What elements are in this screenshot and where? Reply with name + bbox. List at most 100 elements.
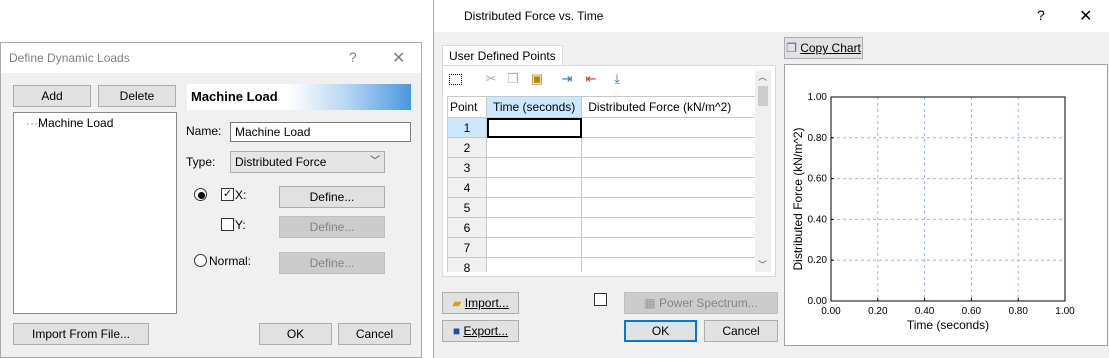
append-row-icon[interactable]: ⤓ <box>609 71 625 87</box>
help-icon[interactable]: ? <box>349 49 357 65</box>
force-cell[interactable] <box>581 217 755 238</box>
y-axis-label: Distributed Force (kN/m^2) <box>791 128 805 271</box>
row-number: 3 <box>447 157 487 178</box>
help-icon[interactable]: ? <box>1037 7 1045 23</box>
y-checkbox[interactable] <box>221 218 234 231</box>
calculator-icon: ▦ <box>644 296 656 310</box>
copy-chart-icon: ❐ <box>786 41 797 55</box>
power-spectrum-checkbox[interactable] <box>594 293 607 306</box>
delete-button[interactable]: Delete <box>98 85 176 107</box>
add-button[interactable]: Add <box>13 85 91 107</box>
time-cell[interactable] <box>485 117 583 138</box>
dialog-title: Distributed Force vs. Time <box>464 9 604 23</box>
table-row[interactable]: 1 <box>447 117 755 138</box>
ok-button[interactable]: OK <box>259 323 332 345</box>
y-tick-label: 0.40 <box>808 214 828 225</box>
folder-icon: ▰ <box>452 296 462 310</box>
table-row[interactable]: 4 <box>447 177 755 198</box>
power-spectrum-label: Power Spectrum... <box>658 296 758 310</box>
tab-panel: ✂ ❐ ▣ ⇥ ⇤ ⤓ Point Time (seconds) Distrib… <box>442 65 776 277</box>
chevron-up-icon[interactable]: ︿ <box>758 70 767 83</box>
normal-radio[interactable] <box>194 254 207 267</box>
select-all-icon[interactable] <box>449 74 462 85</box>
time-cell[interactable] <box>485 157 583 178</box>
time-cell[interactable] <box>485 197 583 218</box>
define-dynamic-loads-dialog: Define Dynamic Loads ? ✕ Add Delete ····… <box>0 42 422 358</box>
close-icon[interactable]: ✕ <box>392 48 405 68</box>
define-normal-button[interactable]: Define... <box>279 252 385 274</box>
table-row[interactable]: 2 <box>447 137 755 158</box>
direction-radio-xy[interactable] <box>194 188 207 201</box>
plot-area-border <box>830 96 1066 302</box>
load-header: Machine Load <box>187 84 411 110</box>
x-tick-label: 0.40 <box>915 306 935 317</box>
dialog-titlebar: Distributed Force vs. Time ? ✕ <box>434 0 1109 32</box>
row-number: 8 <box>447 257 487 272</box>
cancel-button[interactable]: Cancel <box>338 323 411 345</box>
force-cell[interactable] <box>581 137 755 158</box>
force-cell[interactable] <box>581 157 755 178</box>
insert-row-icon[interactable]: ⇥ <box>559 71 575 87</box>
delete-row-icon[interactable]: ⇤ <box>583 71 599 87</box>
y-tick-label: 0.00 <box>808 296 828 307</box>
force-cell[interactable] <box>581 257 755 272</box>
column-header-force[interactable]: Distributed Force (kN/m^2) <box>581 96 755 118</box>
x-tick-labels: 0.00 0.20 0.40 0.60 0.80 1.00 <box>821 306 1075 317</box>
normal-label: Normal: <box>209 254 252 268</box>
paste-icon[interactable]: ▣ <box>529 71 545 87</box>
force-time-chart: 0.00 0.20 0.40 0.60 0.80 1.00 0.00 0.20 0.40 0.6… <box>791 92 1075 332</box>
save-icon: ■ <box>452 324 461 338</box>
chevron-down-icon[interactable]: ﹀ <box>758 258 767 271</box>
power-spectrum-button[interactable]: ▦ Power Spectrum... <box>624 292 778 314</box>
column-header-time[interactable]: Time (seconds) <box>485 96 583 118</box>
cancel-button[interactable]: Cancel <box>704 320 778 342</box>
copy-icon[interactable]: ❐ <box>505 71 521 87</box>
x-checkbox[interactable]: ✓ <box>221 188 234 201</box>
dialog-titlebar: Define Dynamic Loads ? ✕ <box>1 43 421 73</box>
import-from-file-button[interactable]: Import From File... <box>13 323 149 345</box>
y-tick-labels: 0.00 0.20 0.40 0.60 0.80 1.00 <box>808 92 828 307</box>
cut-icon[interactable]: ✂ <box>483 71 499 87</box>
table-row[interactable]: 3 <box>447 157 755 178</box>
x-tick-label: 0.60 <box>962 306 982 317</box>
chart-frame: 0.00 0.20 0.40 0.60 0.80 1.00 0.00 0.20 0.40 0.6… <box>784 64 1108 346</box>
table-row[interactable]: 5 <box>447 197 755 218</box>
ok-button[interactable]: OK <box>624 320 697 342</box>
import-button-label: Import... <box>464 296 509 310</box>
scroll-thumb[interactable] <box>758 86 768 106</box>
force-cell[interactable] <box>581 197 755 218</box>
export-button[interactable]: ■ Export... <box>442 320 519 342</box>
tree-item-machine-load[interactable]: Machine Load <box>38 116 113 130</box>
row-number: 5 <box>447 197 487 218</box>
grid-scrollbar[interactable]: ︿ ﹀ <box>755 70 771 272</box>
distributed-force-dialog: Distributed Force vs. Time ? ✕ User Defi… <box>433 0 1109 358</box>
chart-gridlines <box>830 96 1066 302</box>
x-label: X: <box>235 188 247 202</box>
time-cell[interactable] <box>485 257 583 272</box>
loads-tree[interactable]: ···· Machine Load <box>13 112 177 314</box>
table-row[interactable]: 6 <box>447 217 755 238</box>
table-row[interactable]: 7 <box>447 237 755 258</box>
x-tick-label: 0.00 <box>821 306 841 317</box>
table-row[interactable]: 8 <box>447 257 755 272</box>
import-button[interactable]: ▰ Import... <box>442 292 519 314</box>
name-input[interactable]: Machine Load <box>230 122 411 142</box>
define-y-button[interactable]: Define... <box>279 216 385 238</box>
type-select-value: Distributed Force <box>235 155 327 169</box>
tab-user-defined-points[interactable]: User Defined Points <box>442 45 563 66</box>
type-select[interactable]: Distributed Force ﹀ <box>230 151 385 173</box>
close-icon[interactable]: ✕ <box>1079 6 1092 26</box>
y-tick-label: 0.20 <box>808 255 828 266</box>
time-cell[interactable] <box>485 237 583 258</box>
points-grid[interactable]: Point Time (seconds) Distributed Force (… <box>447 96 755 272</box>
time-cell[interactable] <box>485 217 583 238</box>
y-tick-label: 0.80 <box>808 133 828 144</box>
copy-chart-button[interactable]: ❐ Copy Chart <box>784 37 863 59</box>
time-cell[interactable] <box>485 137 583 158</box>
chevron-down-icon: ﹀ <box>370 156 380 167</box>
force-cell[interactable] <box>581 237 755 258</box>
force-cell[interactable] <box>581 117 755 138</box>
time-cell[interactable] <box>485 177 583 198</box>
define-x-button[interactable]: Define... <box>279 186 385 208</box>
force-cell[interactable] <box>581 177 755 198</box>
